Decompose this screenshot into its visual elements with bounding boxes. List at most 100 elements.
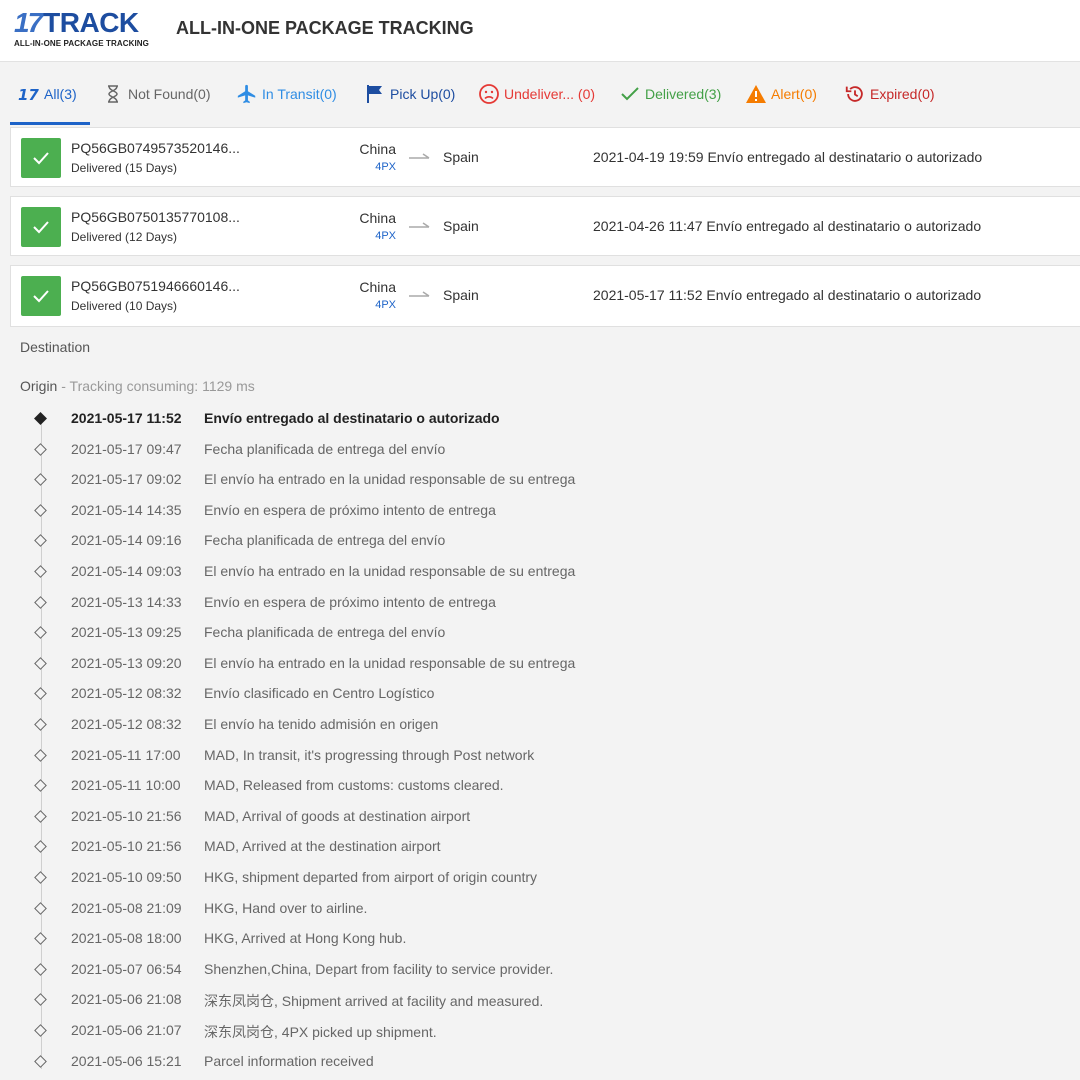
tab-delivered[interactable]: Delivered(3) xyxy=(619,63,721,125)
event-time: 2021-05-10 21:56 xyxy=(71,838,182,855)
latest-event-text: Envío entregado al destinatario o autori… xyxy=(706,218,982,234)
history-icon xyxy=(844,83,866,105)
latest-event-text: Envío entregado al destinatario o autori… xyxy=(706,287,982,303)
timeline-node-icon xyxy=(34,534,47,548)
timeline-node-icon xyxy=(34,809,47,823)
tracking-number[interactable]: PQ56GB0751946660146... xyxy=(71,278,240,294)
checkbox[interactable] xyxy=(21,138,61,178)
event-description: Fecha planificada de entrega del envío xyxy=(204,624,446,641)
timeline-node-icon xyxy=(34,503,47,517)
tab-label: Expired(0) xyxy=(870,86,935,102)
timeline-event: 2021-05-11 10:00 MAD, Released from custo… xyxy=(10,775,1070,797)
checkbox[interactable] xyxy=(21,276,61,316)
destination-country: Spain xyxy=(443,218,479,234)
sad-face-icon xyxy=(478,83,500,105)
package-card[interactable]: PQ56GB0750135770108... Delivered (12 Day… xyxy=(10,196,1080,256)
delivery-status: Delivered (10 Days) xyxy=(71,299,178,313)
event-time: 2021-05-17 11:52 xyxy=(71,410,182,426)
event-time: 2021-05-07 06:54 xyxy=(71,960,182,977)
timeline-event: 2021-05-10 21:56 MAD, Arrival of goods at… xyxy=(10,806,1070,828)
latest-event: 2021-04-26 11:47 Envío entregado al dest… xyxy=(593,218,981,234)
status-tabs: 17 All(3) Not Found(0) In Transit(0) Pic… xyxy=(0,63,1080,125)
tab-alert[interactable]: Alert(0) xyxy=(745,63,817,125)
event-time: 2021-05-14 14:35 xyxy=(71,501,182,518)
latest-event-time: 2021-05-17 11:52 xyxy=(593,287,703,303)
timeline-node-icon xyxy=(34,626,47,640)
event-description: HKG, Arrived at Hong Kong hub. xyxy=(204,930,407,947)
route-arrow-icon xyxy=(409,291,430,297)
event-description: El envío ha entrado en la unidad respons… xyxy=(204,563,576,579)
timeline-node-icon xyxy=(34,565,47,578)
carrier-link[interactable]: 4PX xyxy=(375,230,396,242)
tracking-consuming-meta: - Tracking consuming: 1129 ms xyxy=(57,378,255,394)
timeline-event: 2021-05-08 21:09 HKG, Hand over to airlin… xyxy=(10,898,1070,920)
timeline-event: 2021-05-17 09:47 Fecha planificada de ent… xyxy=(10,439,1070,461)
event-time: 2021-05-10 09:50 xyxy=(71,869,182,885)
timeline-event: 2021-05-14 09:16 Fecha planificada de ent… xyxy=(10,530,1070,552)
event-description: El envío ha tenido admisión en origen xyxy=(204,716,439,732)
event-time: 2021-05-11 10:00 xyxy=(71,777,181,794)
tab-label: Pick Up(0) xyxy=(390,86,456,102)
origin-country: China xyxy=(359,141,396,157)
latest-event-time: 2021-04-26 11:47 xyxy=(593,218,703,234)
event-description: Shenzhen,China, Depart from facility to … xyxy=(204,960,554,977)
tab-pick-up[interactable]: Pick Up(0) xyxy=(364,63,455,125)
event-description: 深东凤岗仓, Shipment arrived at facility and … xyxy=(204,993,544,1010)
timeline-node-icon xyxy=(34,871,47,884)
event-time: 2021-05-14 09:03 xyxy=(71,563,182,579)
tab-label: In Transit(0) xyxy=(262,86,337,102)
tab-expired[interactable]: Expired(0) xyxy=(844,63,935,125)
timeline-event: 2021-05-08 18:00 HKG, Arrived at Hong Kon… xyxy=(10,928,1070,950)
timeline-event: 2021-05-06 21:08 深东凤岗仓, Shipment arrived … xyxy=(10,989,1070,1011)
event-description: Envío entregado al destinatario o autori… xyxy=(204,410,500,426)
timeline-node-icon xyxy=(34,748,47,762)
package-card-expanded[interactable]: PQ56GB0751946660146... Delivered (10 Day… xyxy=(10,265,1080,327)
route-arrow-icon xyxy=(409,222,430,228)
timeline-event: 2021-05-14 14:35 Envío en espera de próxi… xyxy=(10,500,1070,522)
event-description: Envío en espera de próximo intento de en… xyxy=(204,501,496,518)
event-time: 2021-05-12 08:32 xyxy=(71,716,182,732)
checkbox[interactable] xyxy=(21,207,61,247)
logo-mark: 17 xyxy=(14,7,43,38)
tab-label: Not Found(0) xyxy=(128,86,211,102)
destination-section-label: Destination xyxy=(20,339,91,355)
tab-undelivered[interactable]: Undeliver... (0) xyxy=(478,63,595,125)
origin-country: China xyxy=(359,210,396,226)
carrier-link[interactable]: 4PX xyxy=(375,299,396,311)
timeline-event: 2021-05-10 09:50 HKG, shipment departed f… xyxy=(10,867,1070,889)
warning-icon xyxy=(745,83,767,105)
delivery-status: Delivered (15 Days) xyxy=(71,161,178,175)
carrier-link[interactable]: 4PX xyxy=(375,161,396,173)
timeline-node-icon xyxy=(34,932,47,946)
event-time: 2021-05-13 14:33 xyxy=(71,593,182,610)
latest-event-text: Envío entregado al destinatario o autori… xyxy=(707,149,983,165)
timeline-event: 2021-05-14 09:03 El envío ha entrado en l… xyxy=(10,561,1070,583)
event-description: Envío clasificado en Centro Logístico xyxy=(204,685,435,702)
tab-not-found[interactable]: Not Found(0) xyxy=(102,63,210,125)
event-time: 2021-05-13 09:20 xyxy=(71,654,182,671)
package-card[interactable]: PQ56GB0749573520146... Delivered (15 Day… xyxy=(10,127,1080,187)
tab-in-transit[interactable]: In Transit(0) xyxy=(236,63,337,125)
event-time: 2021-05-14 09:16 xyxy=(71,532,182,549)
route-arrow-icon xyxy=(409,153,430,159)
hourglass-icon xyxy=(102,83,124,105)
origin-country: China xyxy=(359,279,396,295)
event-time: 2021-05-10 21:56 xyxy=(71,807,182,824)
app-header: 17 TRACK ALL-IN-ONE PACKAGE TRACKING ALL… xyxy=(0,0,1080,62)
timeline-node-icon xyxy=(34,718,47,731)
timeline-event: 2021-05-12 08:32 El envío ha tenido admis… xyxy=(10,714,1070,736)
17track-logo[interactable]: 17 TRACK ALL-IN-ONE PACKAGE TRACKING xyxy=(14,7,154,52)
timeline-node-icon xyxy=(34,595,47,609)
timeline-node-icon xyxy=(34,1054,47,1068)
event-description: MAD, In transit, it's progressing throug… xyxy=(204,746,535,763)
destination-country: Spain xyxy=(443,287,479,303)
latest-event: 2021-05-17 11:52 Envío entregado al dest… xyxy=(593,287,981,303)
timeline-event: 2021-05-13 14:33 Envío en espera de próxi… xyxy=(10,592,1070,614)
tracking-number[interactable]: PQ56GB0749573520146... xyxy=(71,140,240,156)
tracking-number[interactable]: PQ56GB0750135770108... xyxy=(71,209,240,225)
event-time: 2021-05-06 21:08 xyxy=(71,991,182,1008)
tab-all[interactable]: 17 All(3) xyxy=(18,63,77,125)
event-description: Envío en espera de próximo intento de en… xyxy=(204,593,496,610)
event-description: MAD, Released from customs: customs clea… xyxy=(204,777,504,794)
event-description: MAD, Arrival of goods at destination air… xyxy=(204,807,471,824)
